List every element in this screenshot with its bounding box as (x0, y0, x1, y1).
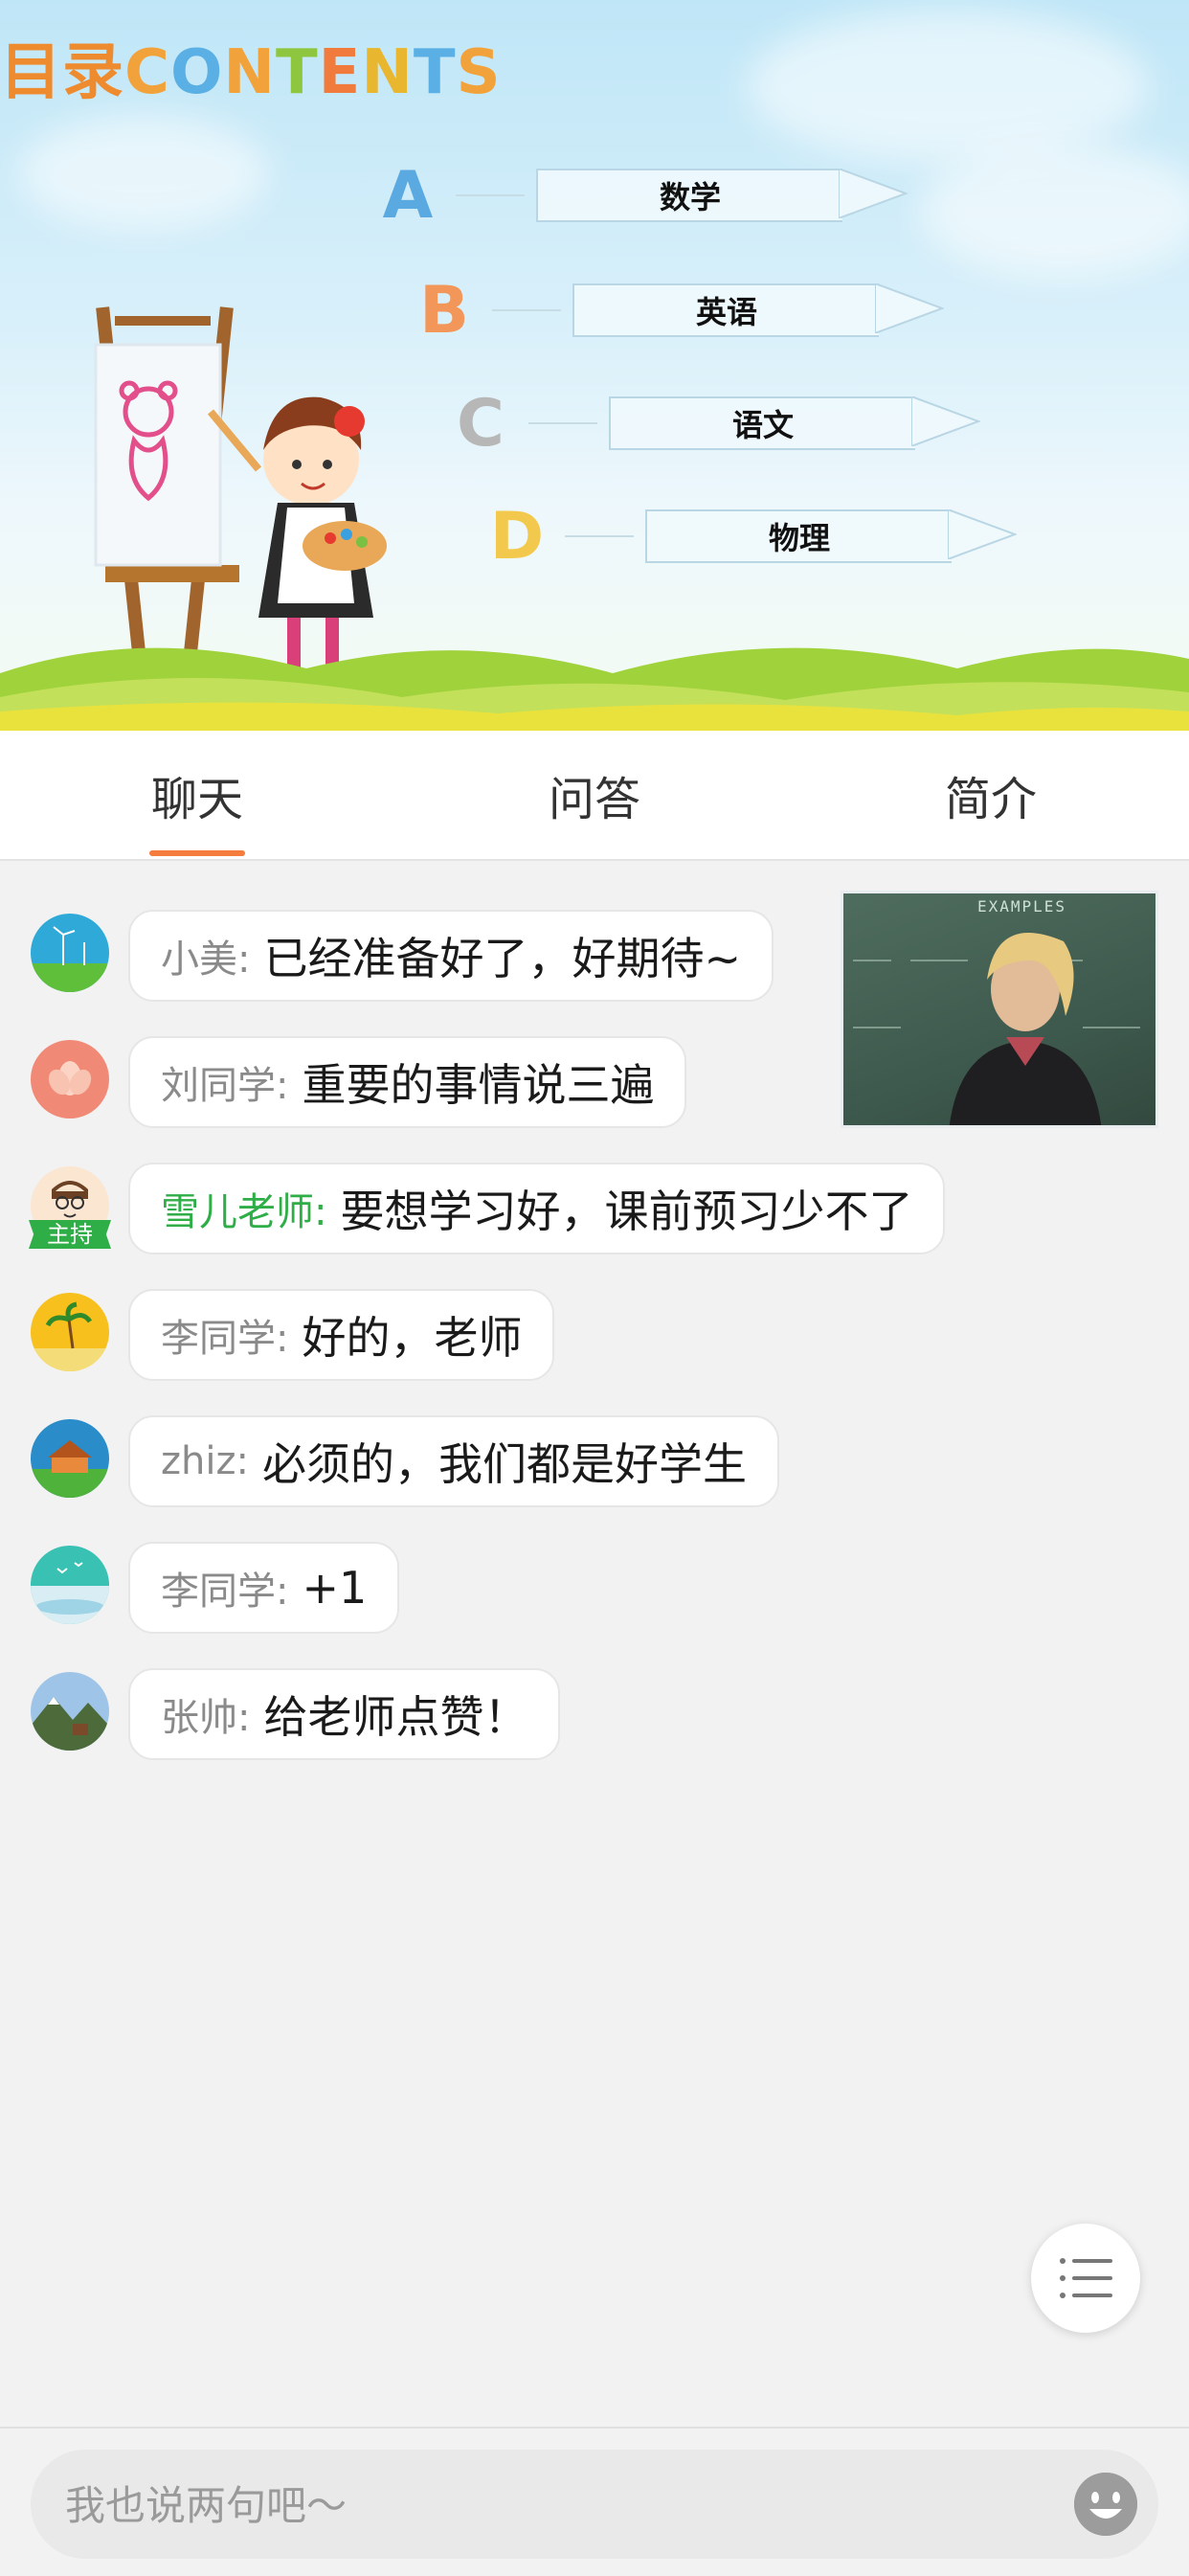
message-text: 好的，老师 (302, 1312, 523, 1364)
chat-input[interactable] (63, 2450, 1024, 2561)
message-bubble: zhiz: 必须的，我们都是好学生 (128, 1415, 779, 1507)
connector-line (565, 535, 634, 537)
user-avatar[interactable] (31, 1040, 109, 1119)
host-badge: 主持 (29, 1220, 111, 1249)
active-tab-indicator (149, 850, 245, 856)
sender-name[interactable]: 刘同学: (161, 1054, 288, 1110)
tab-qa[interactable]: 问答 (451, 731, 738, 859)
sender-name[interactable]: 雪儿老师: (161, 1181, 326, 1236)
menu-item-physics[interactable]: D 物理 (481, 499, 1017, 575)
sender-name[interactable]: 张帅: (161, 1686, 250, 1742)
message-bubble: 李同学: +1 (128, 1542, 400, 1634)
letter-b-icon: B (419, 272, 469, 349)
tab-bar: 聊天 问答 简介 (0, 731, 1189, 861)
menu-label: 英语 (572, 283, 879, 337)
message-text: 要想学习好，课前预习少不了 (340, 1186, 913, 1237)
menu-label: 数学 (536, 169, 842, 222)
message-text: 已经准备好了，好期待~ (263, 933, 742, 984)
connector-line (528, 422, 597, 424)
menu-label: 语文 (609, 396, 915, 450)
course-banner: 目录CONTENTS A 数学 B 英语 C 语文 D 物理 (0, 0, 1189, 731)
contents-title: 目录CONTENTS (0, 37, 502, 108)
emoji-button[interactable] (1074, 2473, 1137, 2536)
user-avatar[interactable] (31, 1293, 109, 1371)
palm-tree-avatar-icon (31, 1293, 109, 1371)
connector-line (492, 309, 561, 311)
connector-line (456, 194, 525, 196)
message-bubble: 李同学: 好的，老师 (128, 1289, 555, 1381)
bird-sky-avatar-icon (31, 1546, 109, 1624)
cloud-decoration (747, 10, 1149, 163)
sender-name[interactable]: 小美: (161, 928, 250, 983)
sender-name[interactable]: 李同学: (161, 1560, 288, 1616)
message-bubble: 刘同学: 重要的事情说三遍 (128, 1036, 687, 1128)
user-avatar[interactable] (31, 914, 109, 992)
tag-arrow-icon (948, 509, 1017, 559)
message-bubble: 小美: 已经准备好了，好期待~ (128, 910, 774, 1002)
chat-input-container (31, 2450, 1158, 2561)
host-avatar[interactable]: 主持 (29, 1166, 111, 1249)
sender-name[interactable]: zhiz: (161, 1439, 249, 1483)
cloud-decoration (919, 144, 1189, 278)
sender-name[interactable]: 李同学: (161, 1307, 288, 1363)
house-avatar-icon (31, 1419, 109, 1498)
tab-intro[interactable]: 简介 (847, 731, 1134, 859)
message-text: +1 (302, 1562, 368, 1614)
message-bubble: 张帅: 给老师点赞！ (128, 1668, 561, 1760)
wind-turbine-avatar-icon (31, 914, 109, 992)
smiley-icon (1074, 2473, 1137, 2536)
message-text: 必须的，我们都是好学生 (261, 1438, 747, 1490)
message-bubble: 雪儿老师: 要想学习好，课前预习少不了 (128, 1163, 946, 1254)
user-avatar[interactable] (31, 1672, 109, 1751)
message-text: 给老师点赞！ (263, 1691, 528, 1743)
tag-arrow-icon (839, 169, 908, 218)
letter-c-icon: C (457, 385, 505, 462)
menu-list-button[interactable] (1031, 2224, 1140, 2333)
cloud-decoration (19, 115, 268, 230)
chat-input-bar (0, 2427, 1189, 2576)
green-hills-decoration (0, 647, 1189, 731)
letter-a-icon: A (382, 157, 434, 234)
menu-item-math[interactable]: A 数学 (371, 158, 908, 234)
menu-item-chinese[interactable]: C 语文 (444, 386, 980, 462)
message-text: 重要的事情说三遍 (302, 1059, 655, 1111)
tag-arrow-icon (911, 396, 980, 446)
menu-item-english[interactable]: B 英语 (408, 273, 944, 349)
letter-d-icon: D (489, 498, 545, 575)
teacher-figure (853, 933, 1140, 1125)
teacher-video-window[interactable]: EXAMPLES (841, 891, 1158, 1128)
menu-label: 物理 (645, 509, 952, 563)
user-avatar[interactable] (31, 1419, 109, 1498)
mountain-avatar-icon (31, 1672, 109, 1751)
list-icon (1060, 2258, 1112, 2298)
tag-arrow-icon (875, 283, 944, 333)
tab-chat[interactable]: 聊天 (54, 731, 341, 859)
user-avatar[interactable] (31, 1546, 109, 1624)
flower-avatar-icon (31, 1040, 109, 1119)
